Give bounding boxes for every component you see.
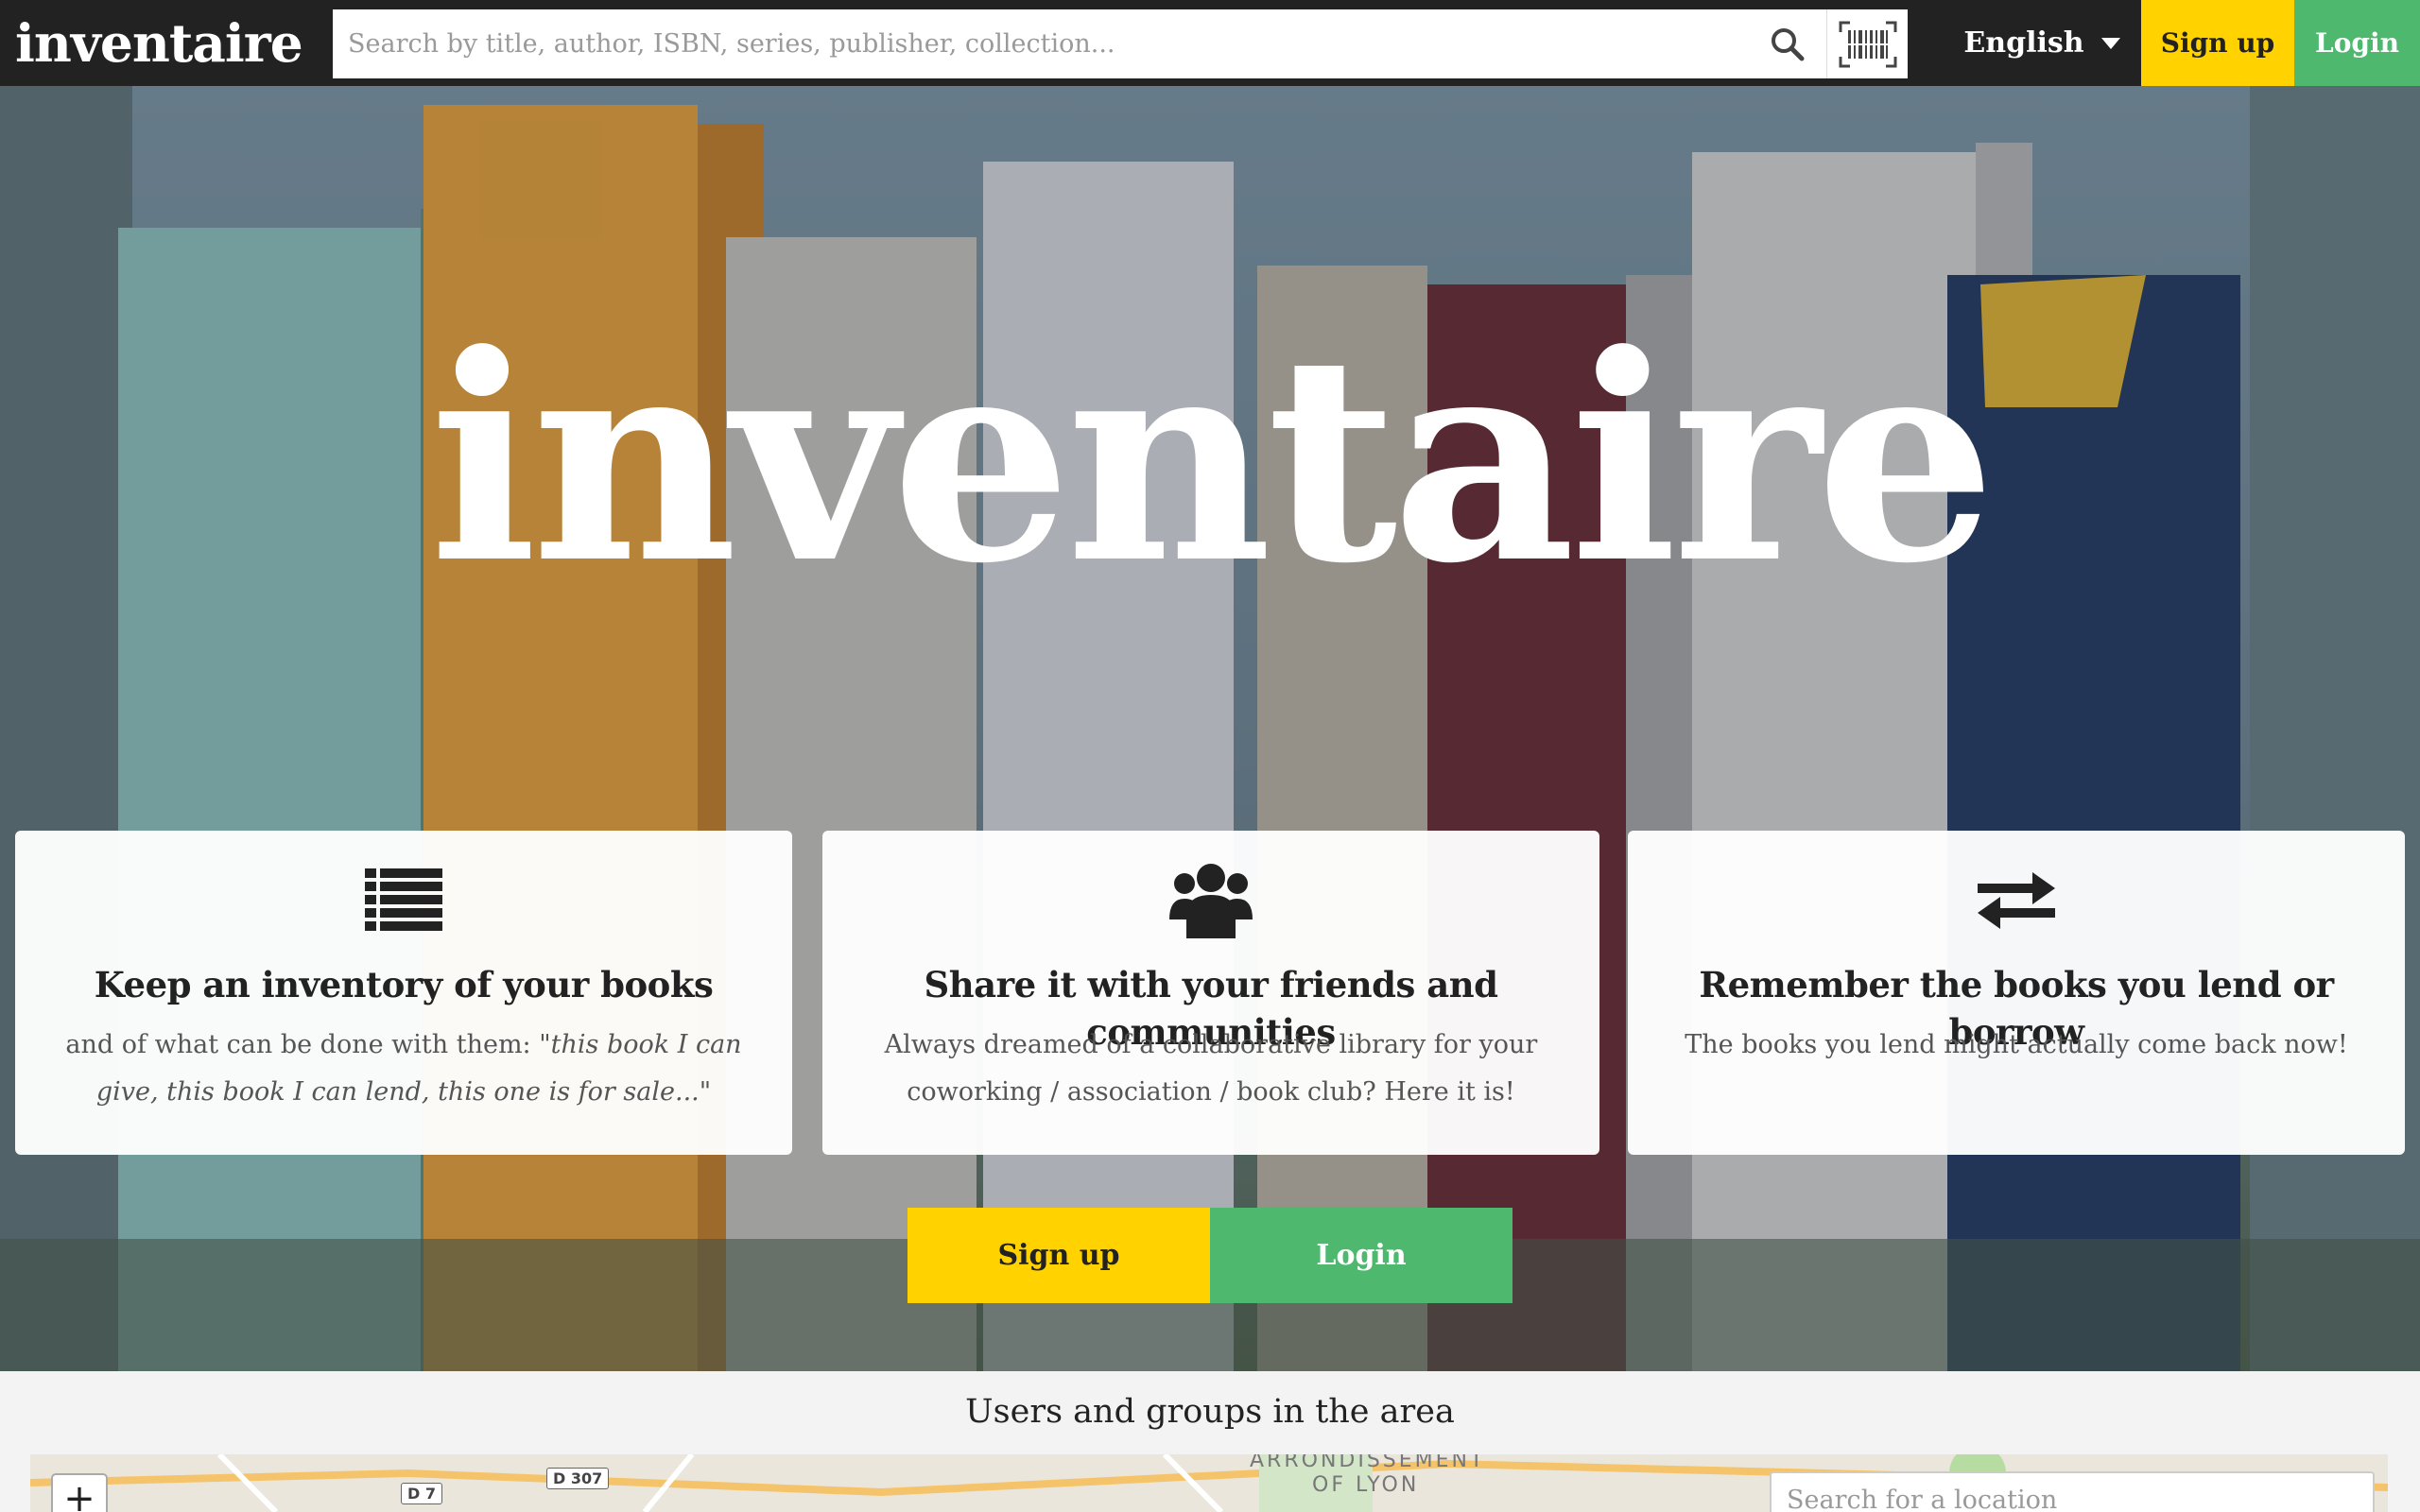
- language-selector[interactable]: English: [1947, 0, 2136, 86]
- feature-card-text: and of what can be done with them: "this…: [43, 1022, 764, 1116]
- header-login-button[interactable]: Login: [2294, 0, 2420, 86]
- map[interactable]: D 7 D 307 ARRONDISSEMENT OF LYON +: [30, 1454, 2388, 1512]
- header-signup-button[interactable]: Sign up: [2141, 0, 2294, 86]
- feature-card-text-end: ": [699, 1077, 712, 1107]
- feature-card-lend: Remember the books you lend or borrow Th…: [1628, 831, 2405, 1155]
- users-groups-area: Users and groups in the area D 7 D 307 A…: [0, 1371, 2420, 1512]
- search-bar: [333, 9, 1908, 78]
- search-input[interactable]: [333, 9, 1751, 78]
- logo[interactable]: inventaire: [15, 8, 303, 78]
- list-icon: [365, 868, 442, 931]
- feature-card-text-plain: and of what can be done with them: ": [65, 1030, 551, 1059]
- exchange-icon: [1978, 872, 2055, 929]
- district-label: ARRONDISSEMENT: [1250, 1454, 1486, 1472]
- feature-card-share: Share it with your friends and communiti…: [822, 831, 1599, 1155]
- area-title: Users and groups in the area: [965, 1393, 1455, 1431]
- users-icon: [1169, 864, 1253, 938]
- hero-overlay: [0, 86, 2420, 1371]
- road-label: D 7: [401, 1483, 442, 1504]
- search-button[interactable]: [1753, 9, 1823, 78]
- barcode-icon: [1839, 21, 1896, 67]
- district-label: OF LYON: [1312, 1473, 1420, 1497]
- zoom-in-button[interactable]: +: [51, 1473, 108, 1512]
- road-label: D 307: [546, 1468, 610, 1489]
- feature-card-inventory: Keep an inventory of your books and of w…: [15, 831, 792, 1155]
- hero-signup-button[interactable]: Sign up: [908, 1208, 1210, 1303]
- hero-section: inventaire Keep an inventory of your boo…: [0, 86, 2420, 1371]
- feature-card-text: Always dreamed of a collaborative librar…: [884, 1030, 1538, 1107]
- hero-title: inventaire: [429, 292, 1996, 626]
- location-search-input[interactable]: [1772, 1473, 2373, 1512]
- top-bar: inventaire English: [0, 0, 2420, 86]
- search-icon: [1772, 27, 1805, 60]
- feature-card-title: Keep an inventory of your books: [94, 964, 714, 1005]
- caret-down-icon: [2100, 37, 2120, 49]
- feature-card-text: The books you lend might actually come b…: [1685, 1030, 2348, 1059]
- location-search: [1770, 1471, 2375, 1512]
- hero-login-button[interactable]: Login: [1210, 1208, 1512, 1303]
- language-label: English: [1963, 26, 2084, 60]
- barcode-scan-button[interactable]: [1826, 9, 1908, 78]
